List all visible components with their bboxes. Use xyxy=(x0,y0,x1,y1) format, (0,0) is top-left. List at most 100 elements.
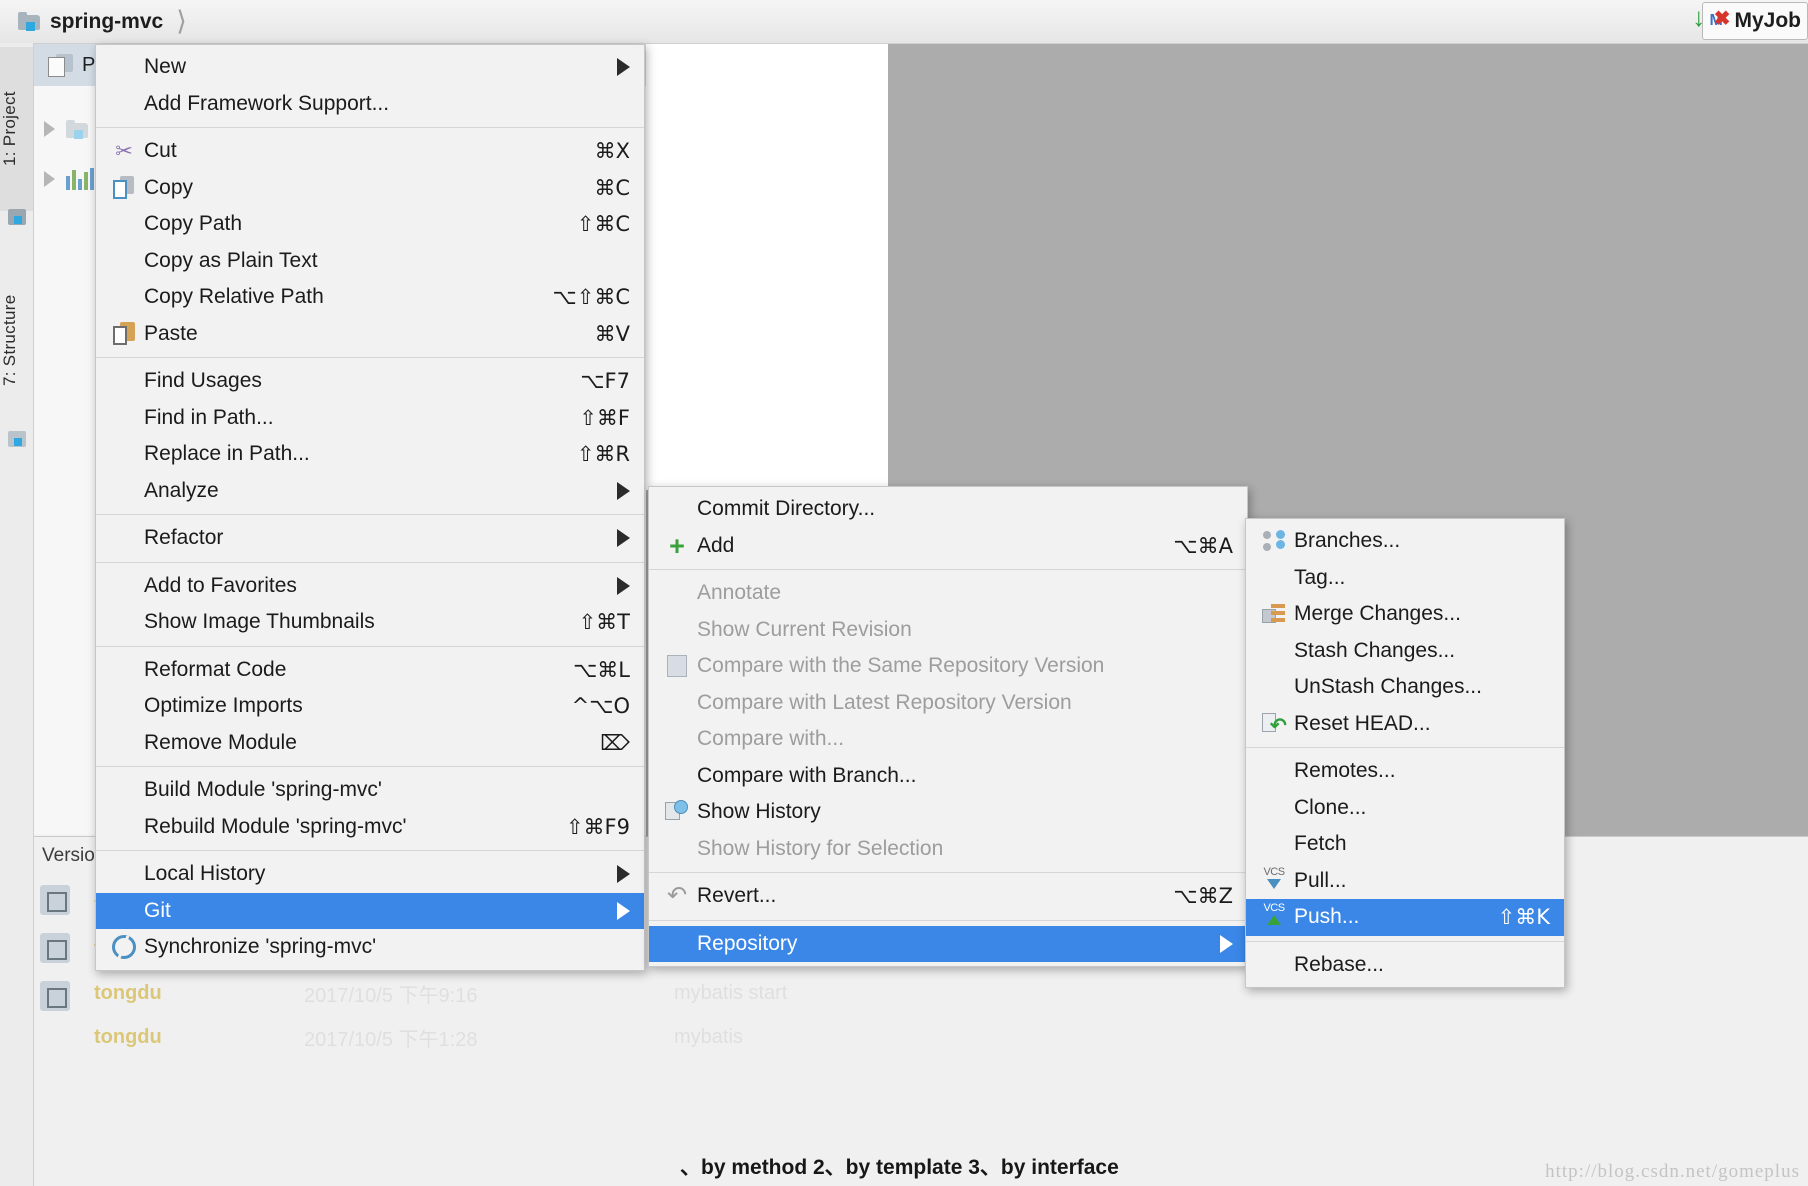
menu-item-tag[interactable]: Tag... xyxy=(1246,560,1564,597)
folder-icon xyxy=(66,119,88,139)
menu-item-label: Copy xyxy=(144,175,194,199)
menu-item-copy[interactable]: Copy ⌘C xyxy=(96,170,644,207)
editor-blank-region xyxy=(646,44,888,490)
menu-item-copy-as-plain-text[interactable]: Copy as Plain Text xyxy=(96,243,644,280)
menu-item-rebase[interactable]: Rebase... xyxy=(1246,947,1564,984)
local-changes-icon[interactable] xyxy=(40,885,70,915)
menu-item-label: Refactor xyxy=(144,526,224,550)
commit-author: tongdu xyxy=(94,1025,162,1048)
hierarchy-icon xyxy=(8,431,26,447)
menu-item-label: Annotate xyxy=(697,581,782,605)
menu-item-commit-directory[interactable]: Commit Directory... xyxy=(649,491,1247,528)
menu-item-label: Revert... xyxy=(697,884,777,908)
no-icon xyxy=(104,440,144,468)
shelf-icon[interactable] xyxy=(40,981,70,1011)
no-icon xyxy=(104,477,144,505)
sidebar-item-project[interactable]: 1: Project xyxy=(0,47,33,211)
menu-item-label: Fetch xyxy=(1294,832,1347,856)
project-context-menu[interactable]: New Add Framework Support... ✂ Cut ⌘X Copy ⌘C C… xyxy=(95,44,645,971)
menu-item-push[interactable]: VCS Push... ⇧⌘K xyxy=(1246,899,1564,936)
menu-item-label: Rebase... xyxy=(1294,952,1384,976)
project-icon xyxy=(48,54,74,77)
menu-item-add-to-favorites[interactable]: Add to Favorites xyxy=(96,568,644,605)
menu-item-label: Compare with... xyxy=(697,727,845,751)
menu-item-reset-head[interactable]: ↶ Reset HEAD... xyxy=(1246,706,1564,743)
menu-item-add-framework-support[interactable]: Add Framework Support... xyxy=(96,86,644,123)
menu-item-show-current-revision: Show Current Revision xyxy=(649,612,1247,649)
repository-icon[interactable] xyxy=(40,933,70,963)
menu-item-remove-module[interactable]: Remove Module ⌦ xyxy=(96,725,644,762)
breadcrumb[interactable]: spring-mvc ⟩ xyxy=(18,6,187,37)
menu-item-branches[interactable]: Branches... xyxy=(1246,523,1564,560)
menu-item-unstash-changes[interactable]: UnStash Changes... xyxy=(1246,669,1564,706)
menu-item-build-module-spring-mvc[interactable]: Build Module 'spring-mvc' xyxy=(96,772,644,809)
ide-window: spring-mvc ⟩ ↓ 01 01 M✖ MyJob 1: Project… xyxy=(0,0,1808,1186)
menu-item-optimize-imports[interactable]: Optimize Imports ^⌥O xyxy=(96,688,644,725)
menu-item-copy-path[interactable]: Copy Path ⇧⌘C xyxy=(96,206,644,243)
menu-item-paste[interactable]: Paste ⌘V xyxy=(96,316,644,353)
expand-triangle-icon[interactable] xyxy=(44,121,55,137)
menu-item-label: Cut xyxy=(144,139,177,163)
menu-item-stash-changes[interactable]: Stash Changes... xyxy=(1246,633,1564,670)
menu-item-label: Merge Changes... xyxy=(1294,602,1461,626)
menu-item-clone[interactable]: Clone... xyxy=(1246,790,1564,827)
menu-separator xyxy=(1246,747,1564,748)
menu-item-repository[interactable]: Repository xyxy=(649,925,1247,962)
list-item[interactable]: tongdu 2017/10/5 下午1:28 mybatis xyxy=(94,1015,1794,1059)
menu-item-add[interactable]: + Add ⌥⌘A xyxy=(649,528,1247,565)
menu-item-label: Add xyxy=(697,533,735,557)
menu-item-git[interactable]: Git xyxy=(96,892,644,929)
menu-item-reformat-code[interactable]: Reformat Code ⌥⌘L xyxy=(96,652,644,689)
menu-item-label: Copy as Plain Text xyxy=(144,248,318,272)
expand-triangle-icon[interactable] xyxy=(44,171,55,187)
repository-submenu[interactable]: Branches... Tag... Merge Changes... Stash C… xyxy=(1245,518,1565,988)
menu-item-label: Clone... xyxy=(1294,795,1367,819)
menu-item-label: Commit Directory... xyxy=(697,497,876,521)
submenu-arrow-icon xyxy=(617,865,630,884)
menu-item-copy-relative-path[interactable]: Copy Relative Path ⌥⇧⌘C xyxy=(96,279,644,316)
menu-separator xyxy=(96,357,644,358)
breadcrumb-separator-icon: ⟩ xyxy=(176,6,187,36)
menu-item-label: Replace in Path... xyxy=(144,442,310,466)
menu-item-label: Add Framework Support... xyxy=(144,91,390,115)
vcs-pull-icon: VCS xyxy=(1254,866,1294,895)
menu-item-rebuild-module-spring-mvc[interactable]: Rebuild Module 'spring-mvc' ⇧⌘F9 xyxy=(96,809,644,846)
no-icon xyxy=(657,725,697,753)
git-submenu[interactable]: Commit Directory... + Add ⌥⌘A Annotate Show C… xyxy=(648,486,1248,967)
no-icon xyxy=(1254,673,1294,701)
no-icon xyxy=(657,495,697,523)
no-icon xyxy=(104,404,144,432)
menu-item-label: Analyze xyxy=(144,478,219,502)
vcs-side-toolbar xyxy=(40,885,70,1011)
menu-item-replace-in-path[interactable]: Replace in Path... ⇧⌘R xyxy=(96,436,644,473)
menu-item-pull[interactable]: VCS Pull... xyxy=(1246,863,1564,900)
menu-separator xyxy=(1246,940,1564,942)
menu-item-merge-changes[interactable]: Merge Changes... xyxy=(1246,596,1564,633)
menu-item-analyze[interactable]: Analyze xyxy=(96,473,644,510)
menu-item-label: UnStash Changes... xyxy=(1294,675,1482,699)
menu-item-remotes[interactable]: Remotes... xyxy=(1246,753,1564,790)
menu-item-revert[interactable]: ↶ Revert... ⌥⌘Z xyxy=(649,878,1247,915)
commit-author: tongdu xyxy=(94,981,162,1004)
myjob-label: MyJob xyxy=(1734,9,1801,32)
menu-item-find-usages[interactable]: Find Usages ⌥F7 xyxy=(96,363,644,400)
menu-item-local-history[interactable]: Local History xyxy=(96,856,644,893)
menu-item-cut[interactable]: ✂ Cut ⌘X xyxy=(96,133,644,170)
menu-item-compare-with-branch[interactable]: Compare with Branch... xyxy=(649,758,1247,795)
menu-item-shortcut: ⇧⌘C xyxy=(576,212,630,237)
menu-item-fetch[interactable]: Fetch xyxy=(1246,826,1564,863)
sidebar-item-structure[interactable]: 7: Structure xyxy=(0,243,33,437)
myjob-run-config[interactable]: M ✖ MyJob xyxy=(1702,2,1808,40)
menu-item-synchronize-spring-mvc[interactable]: Synchronize 'spring-mvc' xyxy=(96,929,644,966)
menu-item-label: Synchronize 'spring-mvc' xyxy=(144,935,377,959)
no-icon xyxy=(1254,757,1294,785)
menu-item-new[interactable]: New xyxy=(96,49,644,86)
menu-item-find-in-path[interactable]: Find in Path... ⇧⌘F xyxy=(96,400,644,437)
menu-item-refactor[interactable]: Refactor xyxy=(96,520,644,557)
menu-item-show-image-thumbnails[interactable]: Show Image Thumbnails ⇧⌘T xyxy=(96,604,644,641)
submenu-arrow-icon xyxy=(617,58,630,77)
no-icon xyxy=(104,247,144,275)
menu-item-label: Build Module 'spring-mvc' xyxy=(144,778,382,802)
menu-item-show-history[interactable]: Show History xyxy=(649,794,1247,831)
menu-item-label: Find Usages xyxy=(144,369,262,393)
